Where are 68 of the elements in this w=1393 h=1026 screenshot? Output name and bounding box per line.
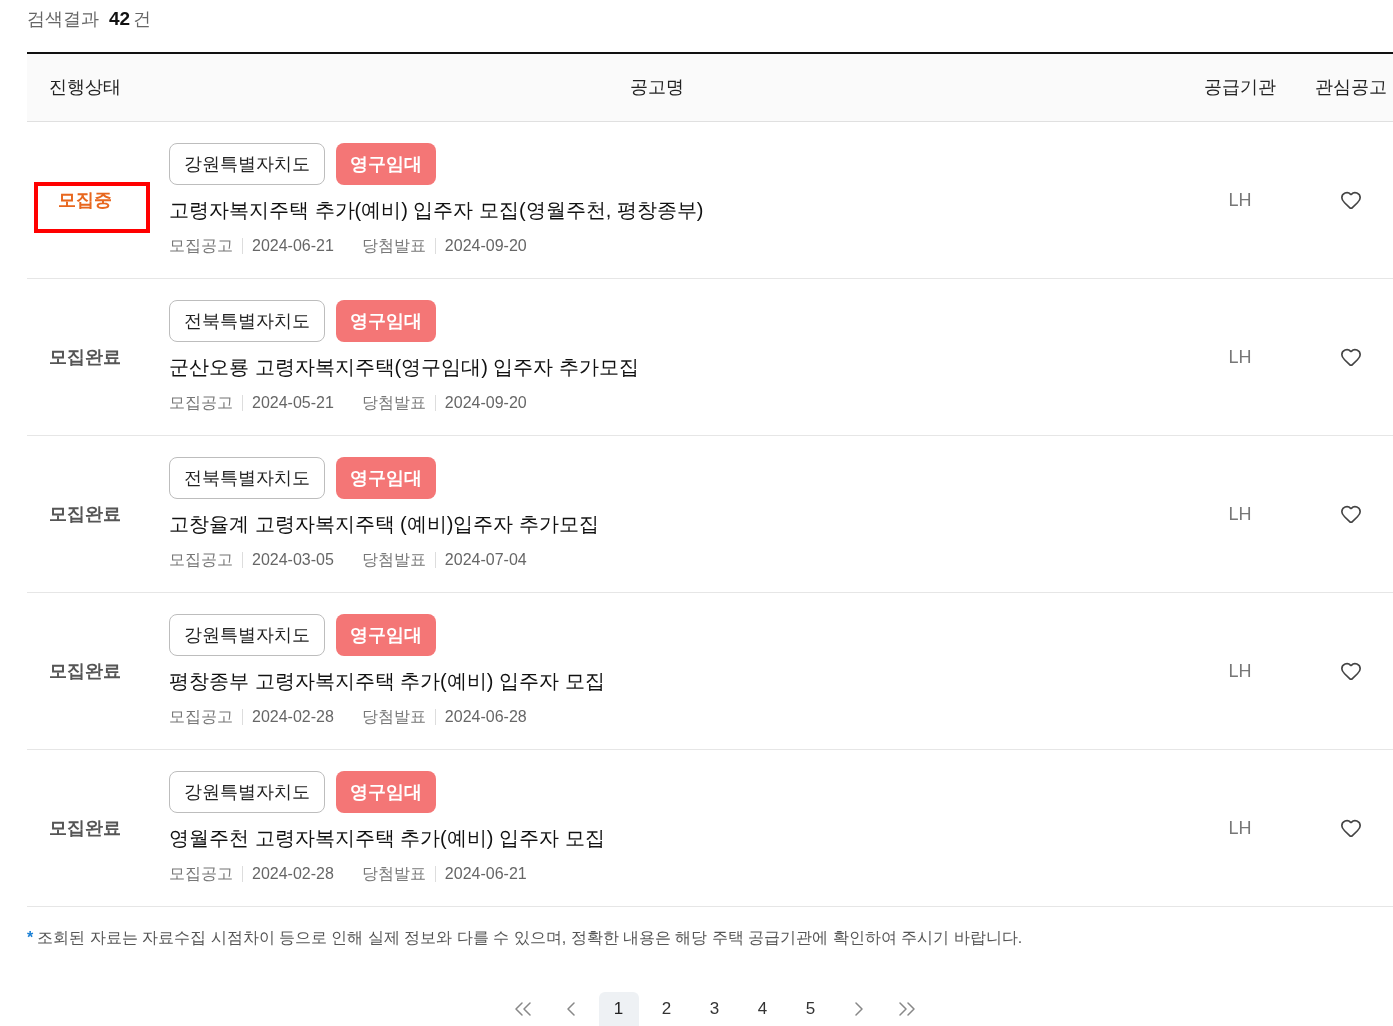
region-tag: 강원특별자치도	[169, 771, 325, 813]
notice-title-link[interactable]: 고창율계 고령자복지주택 (예비)입주자 추가모집	[169, 509, 599, 539]
date-value: 2024-03-05	[252, 550, 334, 570]
result-unit: 건	[133, 8, 152, 31]
status-label: 모집완료	[49, 659, 121, 683]
column-header: 진행상태	[49, 76, 121, 99]
supplier-text: LH	[1228, 659, 1252, 683]
column-header: 공급기관	[1204, 76, 1276, 99]
notice-title-link[interactable]: 군산오룡 고령자복지주택(영구임대) 입주자 추가모집	[169, 352, 639, 382]
date-value: 2024-06-21	[252, 236, 334, 256]
region-tag: 강원특별자치도	[169, 143, 325, 185]
date-label: 모집공고	[169, 236, 233, 256]
favorite-heart-icon[interactable]	[1340, 817, 1362, 839]
date-label: 당첨발표	[361, 236, 426, 256]
date-label: 당첨발표	[361, 864, 426, 884]
date-value: 2024-02-28	[252, 864, 334, 884]
region-tag: 전북특별자치도	[169, 457, 325, 499]
rental-type-tag: 영구임대	[336, 771, 436, 813]
notice-title-link[interactable]: 영월주천 고령자복지주택 추가(예비) 입주자 모집	[169, 823, 605, 853]
favorite-heart-icon[interactable]	[1340, 189, 1362, 211]
date-value: 2024-02-28	[252, 707, 334, 727]
page-number-button[interactable]: 3	[694, 992, 735, 1026]
result-label: 검색결과	[27, 8, 99, 31]
date-value: 2024-09-20	[444, 393, 527, 413]
supplier-text: LH	[1228, 345, 1252, 369]
column-header: 관심공고	[1315, 76, 1387, 99]
page-number-button[interactable]: 1	[598, 992, 639, 1026]
supplier-text: LH	[1228, 188, 1252, 212]
date-label: 모집공고	[169, 550, 233, 570]
supplier-text: LH	[1228, 816, 1252, 840]
region-tag: 강원특별자치도	[169, 614, 325, 656]
notice-title-link[interactable]: 고령자복지주택 추가(예비) 입주자 모집(영월주천, 평창종부)	[169, 195, 704, 225]
last-page-icon[interactable]	[898, 1002, 915, 1016]
date-value: 2024-06-21	[444, 864, 527, 884]
status-label: 모집완료	[49, 816, 121, 840]
column-header: 공고명	[630, 76, 684, 99]
date-label: 당첨발표	[361, 393, 426, 413]
rental-type-tag: 영구임대	[336, 300, 436, 342]
date-value: 2024-09-20	[444, 236, 527, 256]
rental-type-tag: 영구임대	[336, 457, 436, 499]
date-value: 2024-07-04	[444, 550, 527, 570]
result-count: 42	[109, 7, 131, 31]
date-label: 모집공고	[169, 707, 233, 727]
notice-title-link[interactable]: 평창종부 고령자복지주택 추가(예비) 입주자 모집	[169, 666, 605, 696]
region-tag: 전북특별자치도	[169, 300, 325, 342]
page-number-button[interactable]: 4	[742, 992, 783, 1026]
rental-type-tag: 영구임대	[336, 143, 436, 185]
previous-page-icon[interactable]	[566, 1002, 575, 1016]
date-label: 모집공고	[169, 864, 233, 884]
favorite-heart-icon[interactable]	[1340, 346, 1362, 368]
date-label: 당첨발표	[361, 550, 426, 570]
favorite-heart-icon[interactable]	[1340, 660, 1362, 682]
page-number-button[interactable]: 2	[646, 992, 687, 1026]
rental-type-tag: 영구임대	[336, 614, 436, 656]
status-label: 모집중	[58, 188, 112, 212]
status-label: 모집완료	[49, 345, 121, 369]
date-value: 2024-06-28	[444, 707, 527, 727]
page-number-button[interactable]: 5	[790, 992, 831, 1026]
favorite-heart-icon[interactable]	[1340, 503, 1362, 525]
date-label: 당첨발표	[361, 707, 426, 727]
note-asterisk: *	[27, 928, 34, 948]
first-page-icon[interactable]	[514, 1002, 531, 1016]
date-label: 모집공고	[169, 393, 233, 413]
supplier-text: LH	[1228, 502, 1252, 526]
status-label: 모집완료	[49, 502, 121, 526]
date-value: 2024-05-21	[252, 393, 334, 413]
disclaimer-note: 조회된 자료는 자료수집 시점차이 등으로 인해 실제 정보와 다를 수 있으며, 정확한 내용은 해당 주택 공급기관에 확인하여 주시기 바랍니다.	[37, 928, 1023, 948]
next-page-icon[interactable]	[854, 1002, 863, 1016]
